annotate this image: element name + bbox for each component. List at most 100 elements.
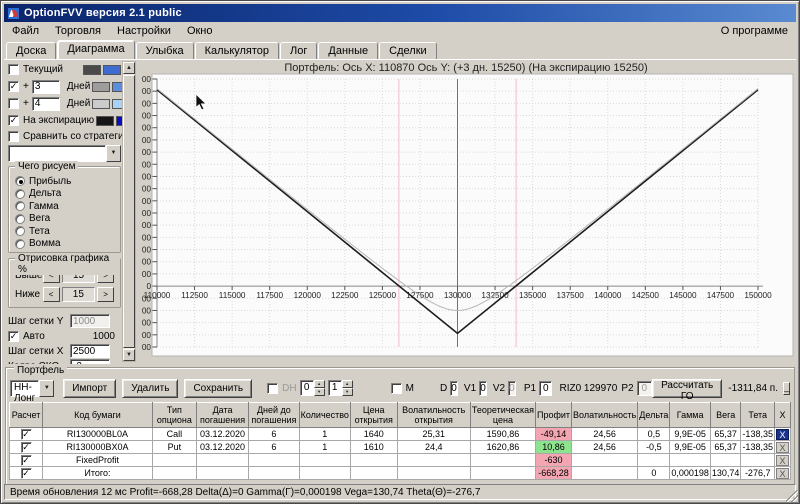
expiration-color-swatch-1[interactable] — [96, 116, 114, 126]
tab-diagram[interactable]: Диаграмма — [57, 40, 134, 59]
cell-quantity — [299, 467, 350, 480]
svg-text:8000: 8000 — [142, 185, 151, 194]
radio-vega[interactable] — [15, 214, 25, 224]
auto-checkbox[interactable] — [8, 331, 19, 342]
grid-step-x-input[interactable] — [70, 344, 110, 358]
menu-file[interactable]: Файл — [4, 23, 47, 39]
payoff-chart[interactable]: -5000-4000-3000-2000-1000010002000300040… — [142, 73, 798, 365]
menu-settings[interactable]: Настройки — [109, 23, 179, 39]
remove-position-button[interactable]: X — [776, 468, 789, 479]
current-checkbox[interactable] — [8, 64, 19, 75]
scroll-down-icon[interactable]: ▼ — [123, 349, 135, 361]
svg-text:9000: 9000 — [142, 172, 151, 181]
expiration-checkbox[interactable] — [8, 115, 19, 126]
auto-row: Авто 1000 — [8, 329, 121, 343]
resize-grip[interactable] — [786, 490, 798, 502]
cell-open-volatility: 24,4 — [397, 441, 470, 454]
portfolio-combobox[interactable]: НН-Лонг ▼ — [10, 380, 54, 397]
remove-position-button[interactable]: X — [776, 455, 789, 466]
chevron-down-icon[interactable]: ▼ — [39, 380, 54, 397]
p1-field[interactable]: 0 — [539, 381, 552, 396]
row-calc-checkbox[interactable] — [21, 442, 32, 453]
spin-down-icon[interactable]: ▼ — [342, 388, 353, 396]
tab-strip: Доска Диаграмма Улыбка Калькулятор Лог Д… — [4, 40, 796, 59]
collapse-button[interactable]: _ — [783, 382, 790, 395]
import-button[interactable]: Импорт — [63, 379, 116, 398]
svg-text:10000: 10000 — [142, 160, 151, 169]
tab-log[interactable]: Лог — [280, 42, 317, 59]
svg-text:7000: 7000 — [142, 197, 151, 206]
compare-strategy-checkbox[interactable] — [8, 131, 19, 142]
plus4-checkbox[interactable] — [8, 98, 19, 109]
menu-window[interactable]: Окно — [179, 23, 221, 39]
dh-spinner-2[interactable]: 1 ▲▼ — [328, 380, 353, 396]
spin-up-icon[interactable]: ▲ — [342, 380, 353, 388]
calc-margin-button[interactable]: Рассчитать ГО — [652, 379, 722, 398]
current-color-swatch-2[interactable] — [103, 65, 121, 75]
tab-deals[interactable]: Сделки — [379, 42, 437, 59]
m-checkbox[interactable] — [391, 383, 402, 394]
delete-button[interactable]: Удалить — [122, 379, 178, 398]
svg-text:115000: 115000 — [219, 291, 246, 300]
radio-gamma[interactable] — [15, 201, 25, 211]
plus4-days-input[interactable] — [32, 97, 60, 111]
tab-calculator[interactable]: Калькулятор — [195, 42, 279, 59]
svg-text:6000: 6000 — [142, 209, 151, 218]
app-icon — [7, 7, 20, 20]
remove-position-button[interactable]: X — [776, 429, 789, 440]
dh-checkbox[interactable] — [267, 383, 278, 394]
svg-text:0: 0 — [146, 282, 151, 291]
tab-data[interactable]: Данные — [318, 42, 378, 59]
draw-range-title: Отрисовка графика % — [15, 253, 120, 275]
cell-vega: 65,37 — [710, 428, 741, 441]
portfolio-section: Портфель НН-Лонг ▼ Импорт Удалить Сохран… — [4, 364, 796, 487]
current-color-swatch-1[interactable] — [83, 65, 101, 75]
svg-text:110000: 110000 — [144, 291, 171, 300]
below-label: Ниже — [15, 289, 41, 300]
save-button[interactable]: Сохранить — [184, 379, 252, 398]
plus4-color-swatch-1[interactable] — [92, 99, 110, 109]
radio-profit[interactable] — [15, 176, 25, 186]
menu-trading[interactable]: Торговля — [47, 23, 109, 39]
radio-delta[interactable] — [15, 189, 25, 199]
below-decrease-button[interactable]: < — [43, 287, 60, 302]
plus3-days-input[interactable] — [32, 80, 60, 94]
menu-about[interactable]: О программе — [713, 23, 796, 39]
radio-theta[interactable] — [15, 226, 25, 236]
row-calc-checkbox[interactable] — [21, 468, 32, 479]
v2-field[interactable]: 0 — [508, 381, 516, 396]
svg-text:4000: 4000 — [142, 233, 151, 242]
plus3-color-swatch-1[interactable] — [92, 82, 110, 92]
cell-profit: -49,14 — [535, 428, 571, 441]
row-calc-checkbox[interactable] — [21, 455, 32, 466]
spin-up-icon[interactable]: ▲ — [314, 380, 325, 388]
radio-vomma[interactable] — [15, 239, 25, 249]
scrollbar-thumb[interactable] — [123, 75, 135, 348]
cell-open-volatility — [397, 454, 470, 467]
svg-text:140000: 140000 — [594, 291, 622, 300]
column-header: Тип опциона — [152, 403, 196, 428]
column-header: Волатильность — [572, 403, 638, 428]
tab-smile[interactable]: Улыбка — [136, 42, 194, 59]
svg-text:145000: 145000 — [669, 291, 697, 300]
v1-field[interactable]: 0 — [479, 381, 487, 396]
remove-position-button[interactable]: X — [776, 442, 789, 453]
cell-option-type: Put — [152, 441, 196, 454]
plus3-checkbox[interactable] — [8, 81, 19, 92]
cell-gamma: 9,9E-05 — [670, 428, 711, 441]
spin-down-icon[interactable]: ▼ — [314, 388, 325, 396]
d-field[interactable]: 0 — [450, 381, 458, 396]
row-calc-checkbox[interactable] — [21, 429, 32, 440]
d-label: D — [440, 383, 447, 394]
chevron-down-icon[interactable]: ▼ — [106, 145, 121, 162]
scroll-up-icon[interactable]: ▲ — [123, 62, 135, 74]
cell-theta — [741, 454, 775, 467]
cell-volatility: 24,56 — [572, 441, 638, 454]
p2-field[interactable]: 0 — [637, 381, 653, 396]
strategy-combobox[interactable]: ▼ — [8, 145, 121, 162]
sidebar-scrollbar[interactable]: ▲ ▼ — [122, 61, 136, 362]
below-increase-button[interactable]: > — [97, 287, 114, 302]
tab-board[interactable]: Доска — [6, 42, 56, 59]
dh-spinner-1[interactable]: 0 ▲▼ — [300, 380, 325, 396]
column-header: Расчет — [10, 403, 43, 428]
